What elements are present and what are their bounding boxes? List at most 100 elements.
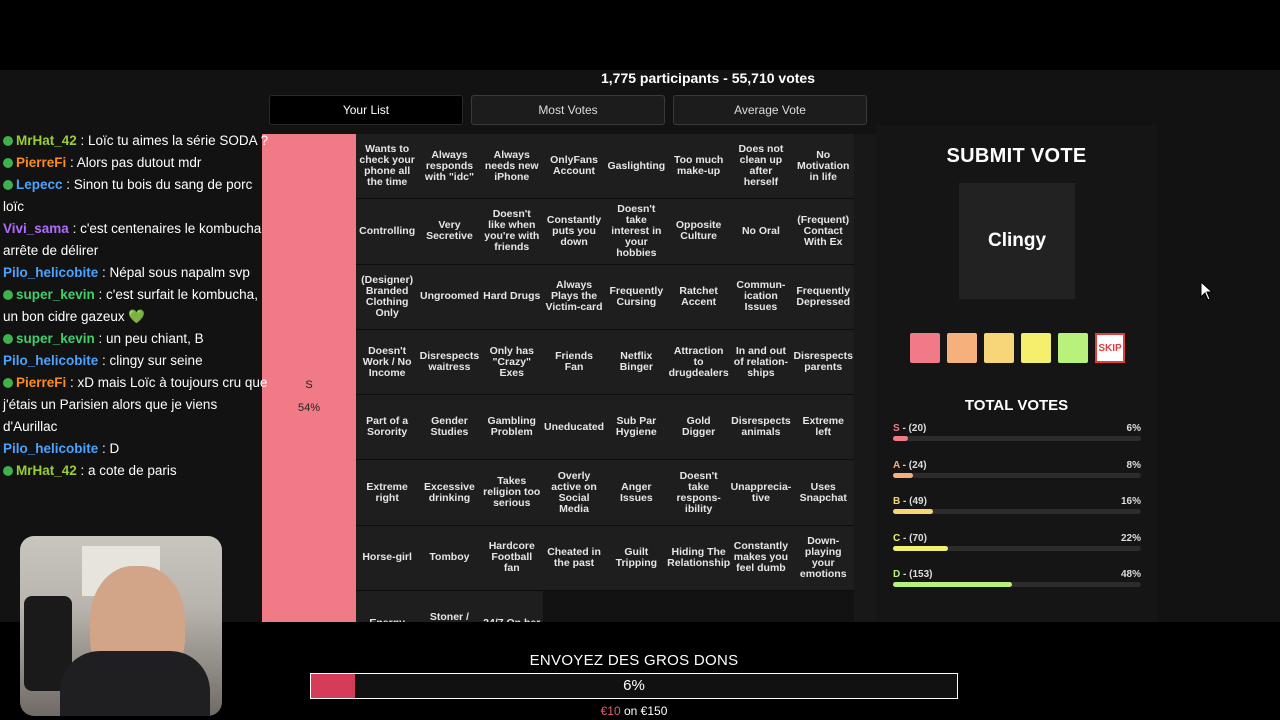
chat-message: super_kevin : un peu chiant, B: [0, 328, 278, 350]
tier-item-cell: Extreme left: [792, 395, 855, 461]
tier-count: - (70): [900, 532, 927, 544]
chat-text: : Alors pas dutout mdr: [66, 155, 202, 170]
chat-badge-icon: [3, 378, 13, 388]
total-votes-label: B - (49): [893, 496, 927, 507]
tier-item-cell: Frequently Depressed: [792, 264, 855, 330]
tier-percent-bar-fill: [893, 509, 933, 514]
chat-username[interactable]: PierreFi: [16, 375, 66, 390]
current-item-card: Clingy: [959, 183, 1075, 299]
tier-item-cell: Disrespects animals: [729, 395, 793, 461]
tier-item-cell: (Frequent) Contact With Ex: [792, 199, 855, 265]
tier-item-cell: Too much make-up: [667, 134, 730, 200]
tier-percent-bar-fill: [893, 436, 908, 441]
tier-item-cell: Energy: [356, 591, 419, 622]
tier-percent-bar-fill: [893, 582, 1013, 587]
chat-username[interactable]: Pilo_helicobite: [3, 265, 98, 280]
vote-a-button[interactable]: [947, 333, 977, 363]
tier-item-cell: Takes religion too serious: [480, 460, 543, 526]
chat-username[interactable]: MrHat_42: [16, 133, 77, 148]
tier-item-cell: Ungroomed: [418, 264, 481, 330]
tier-letter: A: [893, 459, 900, 471]
tier-item-cell: Does not clean up after herself: [729, 134, 793, 200]
tier-item-cell: Hardcore Football fan: [480, 525, 543, 592]
tier-item-cell: Very Secretive: [418, 199, 481, 265]
tier-percent-bar: [893, 436, 1141, 441]
chat-username[interactable]: Pilo_helicobite: [3, 353, 98, 368]
chat-username[interactable]: super_kevin: [16, 331, 95, 346]
streamer-body: [60, 651, 210, 716]
chat-username[interactable]: Lepecc: [16, 177, 63, 192]
chat-message: Lepecc : Sinon tu bois du sang de porc l…: [0, 174, 278, 218]
chat-message: Pilo_helicobite : Népal sous napalm svp: [0, 262, 278, 284]
tier-item-cell: OnlyFans Account: [542, 134, 606, 200]
tier-percent: 8%: [1126, 459, 1141, 471]
tier-item-cell: Excessive drinking: [418, 460, 481, 526]
skip-button[interactable]: SKIP: [1095, 333, 1125, 363]
tier-item-cell: Doesn't take respons-ibility: [667, 460, 730, 526]
tier-item-cell: Always responds with "idc": [418, 134, 481, 200]
vote-s-button[interactable]: [910, 333, 940, 363]
tab-bar: Your List Most Votes Average Vote: [269, 95, 867, 125]
tier-item-cell: Guilt Tripping: [605, 525, 668, 592]
tier-percent-bar: [893, 582, 1141, 587]
chat-badge-icon: [3, 158, 13, 168]
tier-item-cell: Doesn't take interest in your hobbies: [605, 199, 668, 265]
chat-message: Vivi_sama : c'est centenaires le kombuch…: [0, 218, 278, 262]
chat-panel: MrHat_42 : Loïc tu aimes la série SODA ?…: [0, 130, 278, 540]
tier-items-grid: Wants to check your phone all the time Al…: [356, 134, 855, 622]
tier-count: - (49): [900, 496, 927, 507]
tier-item-cell: (Designer) Branded Clothing Only: [356, 264, 419, 330]
tier-item-cell: Constantly makes you feel dumb: [729, 525, 793, 592]
chat-username[interactable]: super_kevin: [16, 287, 95, 302]
tier-item-cell: Ratchet Accent: [667, 264, 730, 330]
tier-letter: S: [893, 423, 900, 434]
tier-item-cell: Frequently Cursing: [605, 264, 668, 330]
total-votes-label: D - (153): [893, 569, 932, 580]
mouse-cursor-icon: [1200, 281, 1214, 301]
vote-b-button[interactable]: [984, 333, 1014, 363]
tier-item-cell: Hiding The Relationship: [667, 525, 730, 592]
donation-amount: €10 on €150: [310, 704, 958, 718]
tier-item-cell: Gold Digger: [667, 395, 730, 461]
tier-item-cell: Always needs new iPhone: [480, 134, 543, 200]
chat-message: MrHat_42 : Loïc tu aimes la série SODA ?: [0, 130, 278, 152]
chat-text: : D: [98, 441, 120, 456]
tab-average-vote[interactable]: Average Vote: [673, 95, 867, 125]
tier-percent-bar: [893, 545, 1141, 551]
total-votes-label: C - (70): [893, 533, 927, 544]
tier-item-cell: Uneducated: [542, 395, 606, 461]
vote-panel: SUBMIT VOTE Clingy SKIP TOTAL VOTES S - …: [876, 125, 1157, 622]
chat-text: : clingy sur seine: [98, 353, 203, 368]
chat-username[interactable]: Pilo_helicobite: [3, 441, 98, 456]
chat-username[interactable]: Vivi_sama: [3, 221, 69, 236]
total-votes-row: A - (24) 8%: [893, 460, 1141, 490]
tier-percent-bar-fill: [893, 472, 913, 478]
tier-item-cell: Overly active on Social Media: [542, 460, 606, 526]
vote-d-button[interactable]: [1058, 333, 1088, 363]
chat-badge-icon: [3, 466, 13, 476]
tier-item-cell: No Oral: [729, 199, 793, 265]
tier-item-cell: Gaslighting: [605, 134, 668, 200]
chat-message: Pilo_helicobite : D: [0, 438, 278, 460]
tier-item-cell: Gender Studies: [418, 395, 481, 461]
tier-item-cell: 24/7 On her: [480, 591, 543, 622]
chat-message: super_kevin : c'est surfait le kombucha,…: [0, 284, 278, 328]
chat-message: MrHat_42 : a cote de paris: [0, 460, 278, 482]
tier-item-cell: Tomboy: [418, 525, 481, 592]
chat-text: : un peu chiant, B: [94, 331, 204, 346]
tab-most-votes[interactable]: Most Votes: [471, 95, 665, 125]
vote-buttons: SKIP: [910, 333, 1125, 363]
tier-percent: 22%: [1120, 532, 1141, 544]
tab-your-list[interactable]: Your List: [269, 95, 463, 125]
tier-item-cell: Opposite Culture: [667, 199, 730, 265]
tier-percent: 16%: [1120, 496, 1141, 507]
tier-item-cell: Uses Snapchat: [792, 460, 855, 526]
chat-username[interactable]: PierreFi: [16, 155, 66, 170]
tier-item-cell: Part of a Sorority: [356, 395, 419, 461]
tier-count: - (153): [900, 569, 933, 580]
chat-username[interactable]: MrHat_42: [16, 463, 77, 478]
chat-badge-icon: [3, 180, 13, 190]
vote-c-button[interactable]: [1021, 333, 1051, 363]
chat-badge-icon: [3, 334, 13, 344]
tier-item-cell: Extreme right: [356, 460, 419, 526]
